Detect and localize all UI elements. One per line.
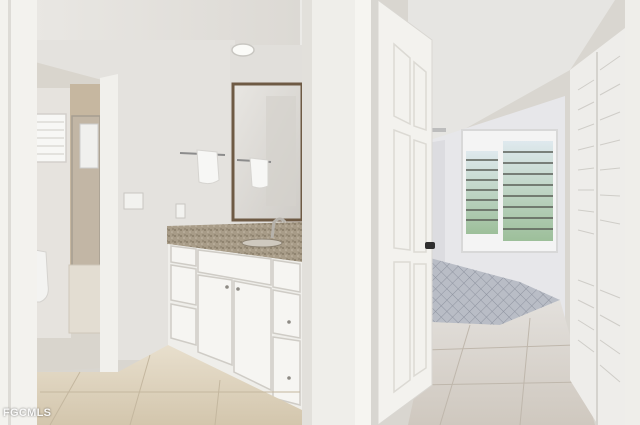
ceiling-light bbox=[231, 43, 255, 57]
right-wall-edge bbox=[625, 0, 640, 425]
tub-front bbox=[68, 264, 102, 334]
door-hinge-gap bbox=[371, 0, 378, 425]
watermark-text: FGCMLS bbox=[3, 407, 52, 419]
left-door-frame bbox=[0, 0, 37, 425]
open-interior-door bbox=[377, 0, 433, 425]
photo-illustration bbox=[0, 0, 640, 425]
light-switch bbox=[123, 192, 144, 210]
center-door-trim bbox=[355, 0, 371, 425]
left-frame-shadow bbox=[8, 0, 11, 425]
center-wall-shadow bbox=[302, 0, 312, 425]
outlet bbox=[175, 203, 186, 219]
towel-left bbox=[196, 149, 220, 185]
shower-window bbox=[79, 123, 99, 169]
sink bbox=[241, 238, 283, 248]
bathroom-hallway-photo: FGCMLS bbox=[0, 0, 640, 425]
inner-door-trim bbox=[100, 74, 118, 372]
door-handle bbox=[425, 242, 435, 249]
window-pane-left bbox=[466, 151, 498, 234]
towel-right bbox=[249, 157, 269, 189]
window-pane-right bbox=[503, 141, 553, 241]
mirror-reflection bbox=[266, 96, 296, 206]
